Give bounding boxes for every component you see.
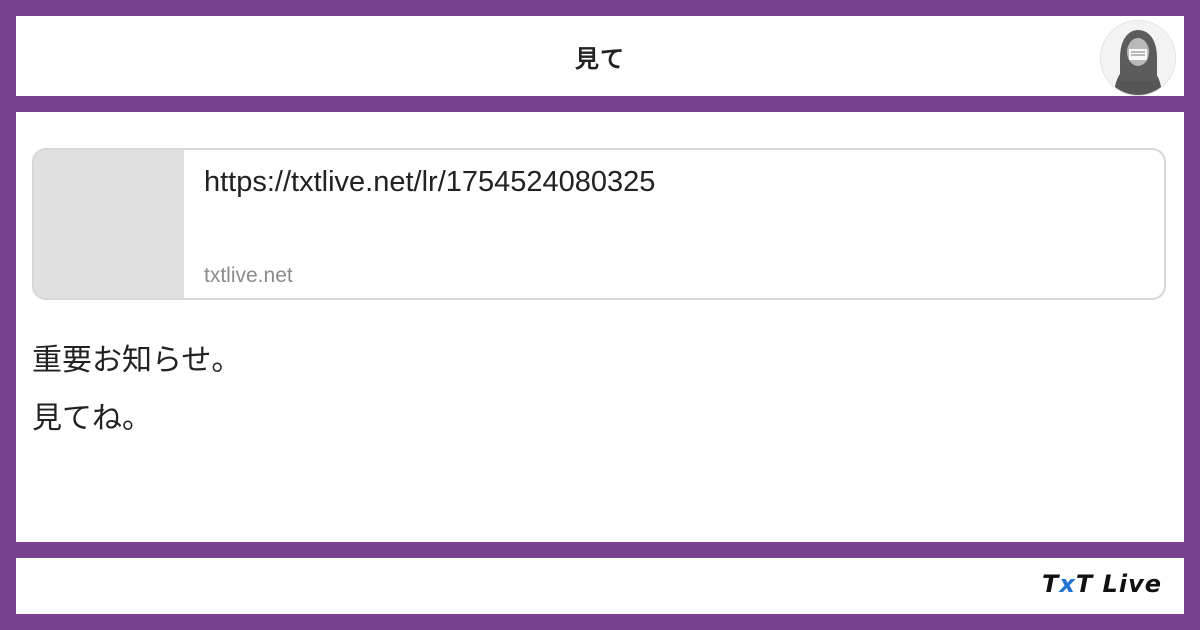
page-frame: 見て https://txtlive.net/lr/1754524080325 … <box>0 0 1200 630</box>
link-card-body: https://txtlive.net/lr/1754524080325 txt… <box>184 150 1164 298</box>
footer-bar: TxT Live <box>16 558 1184 614</box>
message-line-2: 見てね。 <box>32 401 152 436</box>
avatar-image <box>1101 21 1175 95</box>
header-bar: 見て <box>16 16 1184 96</box>
main-content: https://txtlive.net/lr/1754524080325 txt… <box>16 112 1184 542</box>
brand-logo[interactable]: TxT Live <box>1042 570 1162 598</box>
message-line-1: 重要お知らせ。 <box>32 343 242 378</box>
link-url[interactable]: https://txtlive.net/lr/1754524080325 <box>204 164 1144 200</box>
link-thumbnail <box>34 150 184 298</box>
brand-x: x <box>1059 570 1076 598</box>
brand-part-2: T Live <box>1075 570 1162 598</box>
message-text: 重要お知らせ。 見てね。 <box>32 332 241 448</box>
brand-part-1: T <box>1041 570 1060 598</box>
avatar[interactable] <box>1100 20 1176 96</box>
page-title: 見て <box>575 44 625 73</box>
link-preview-card[interactable]: https://txtlive.net/lr/1754524080325 txt… <box>32 148 1166 300</box>
link-domain: txtlive.net <box>204 264 293 287</box>
